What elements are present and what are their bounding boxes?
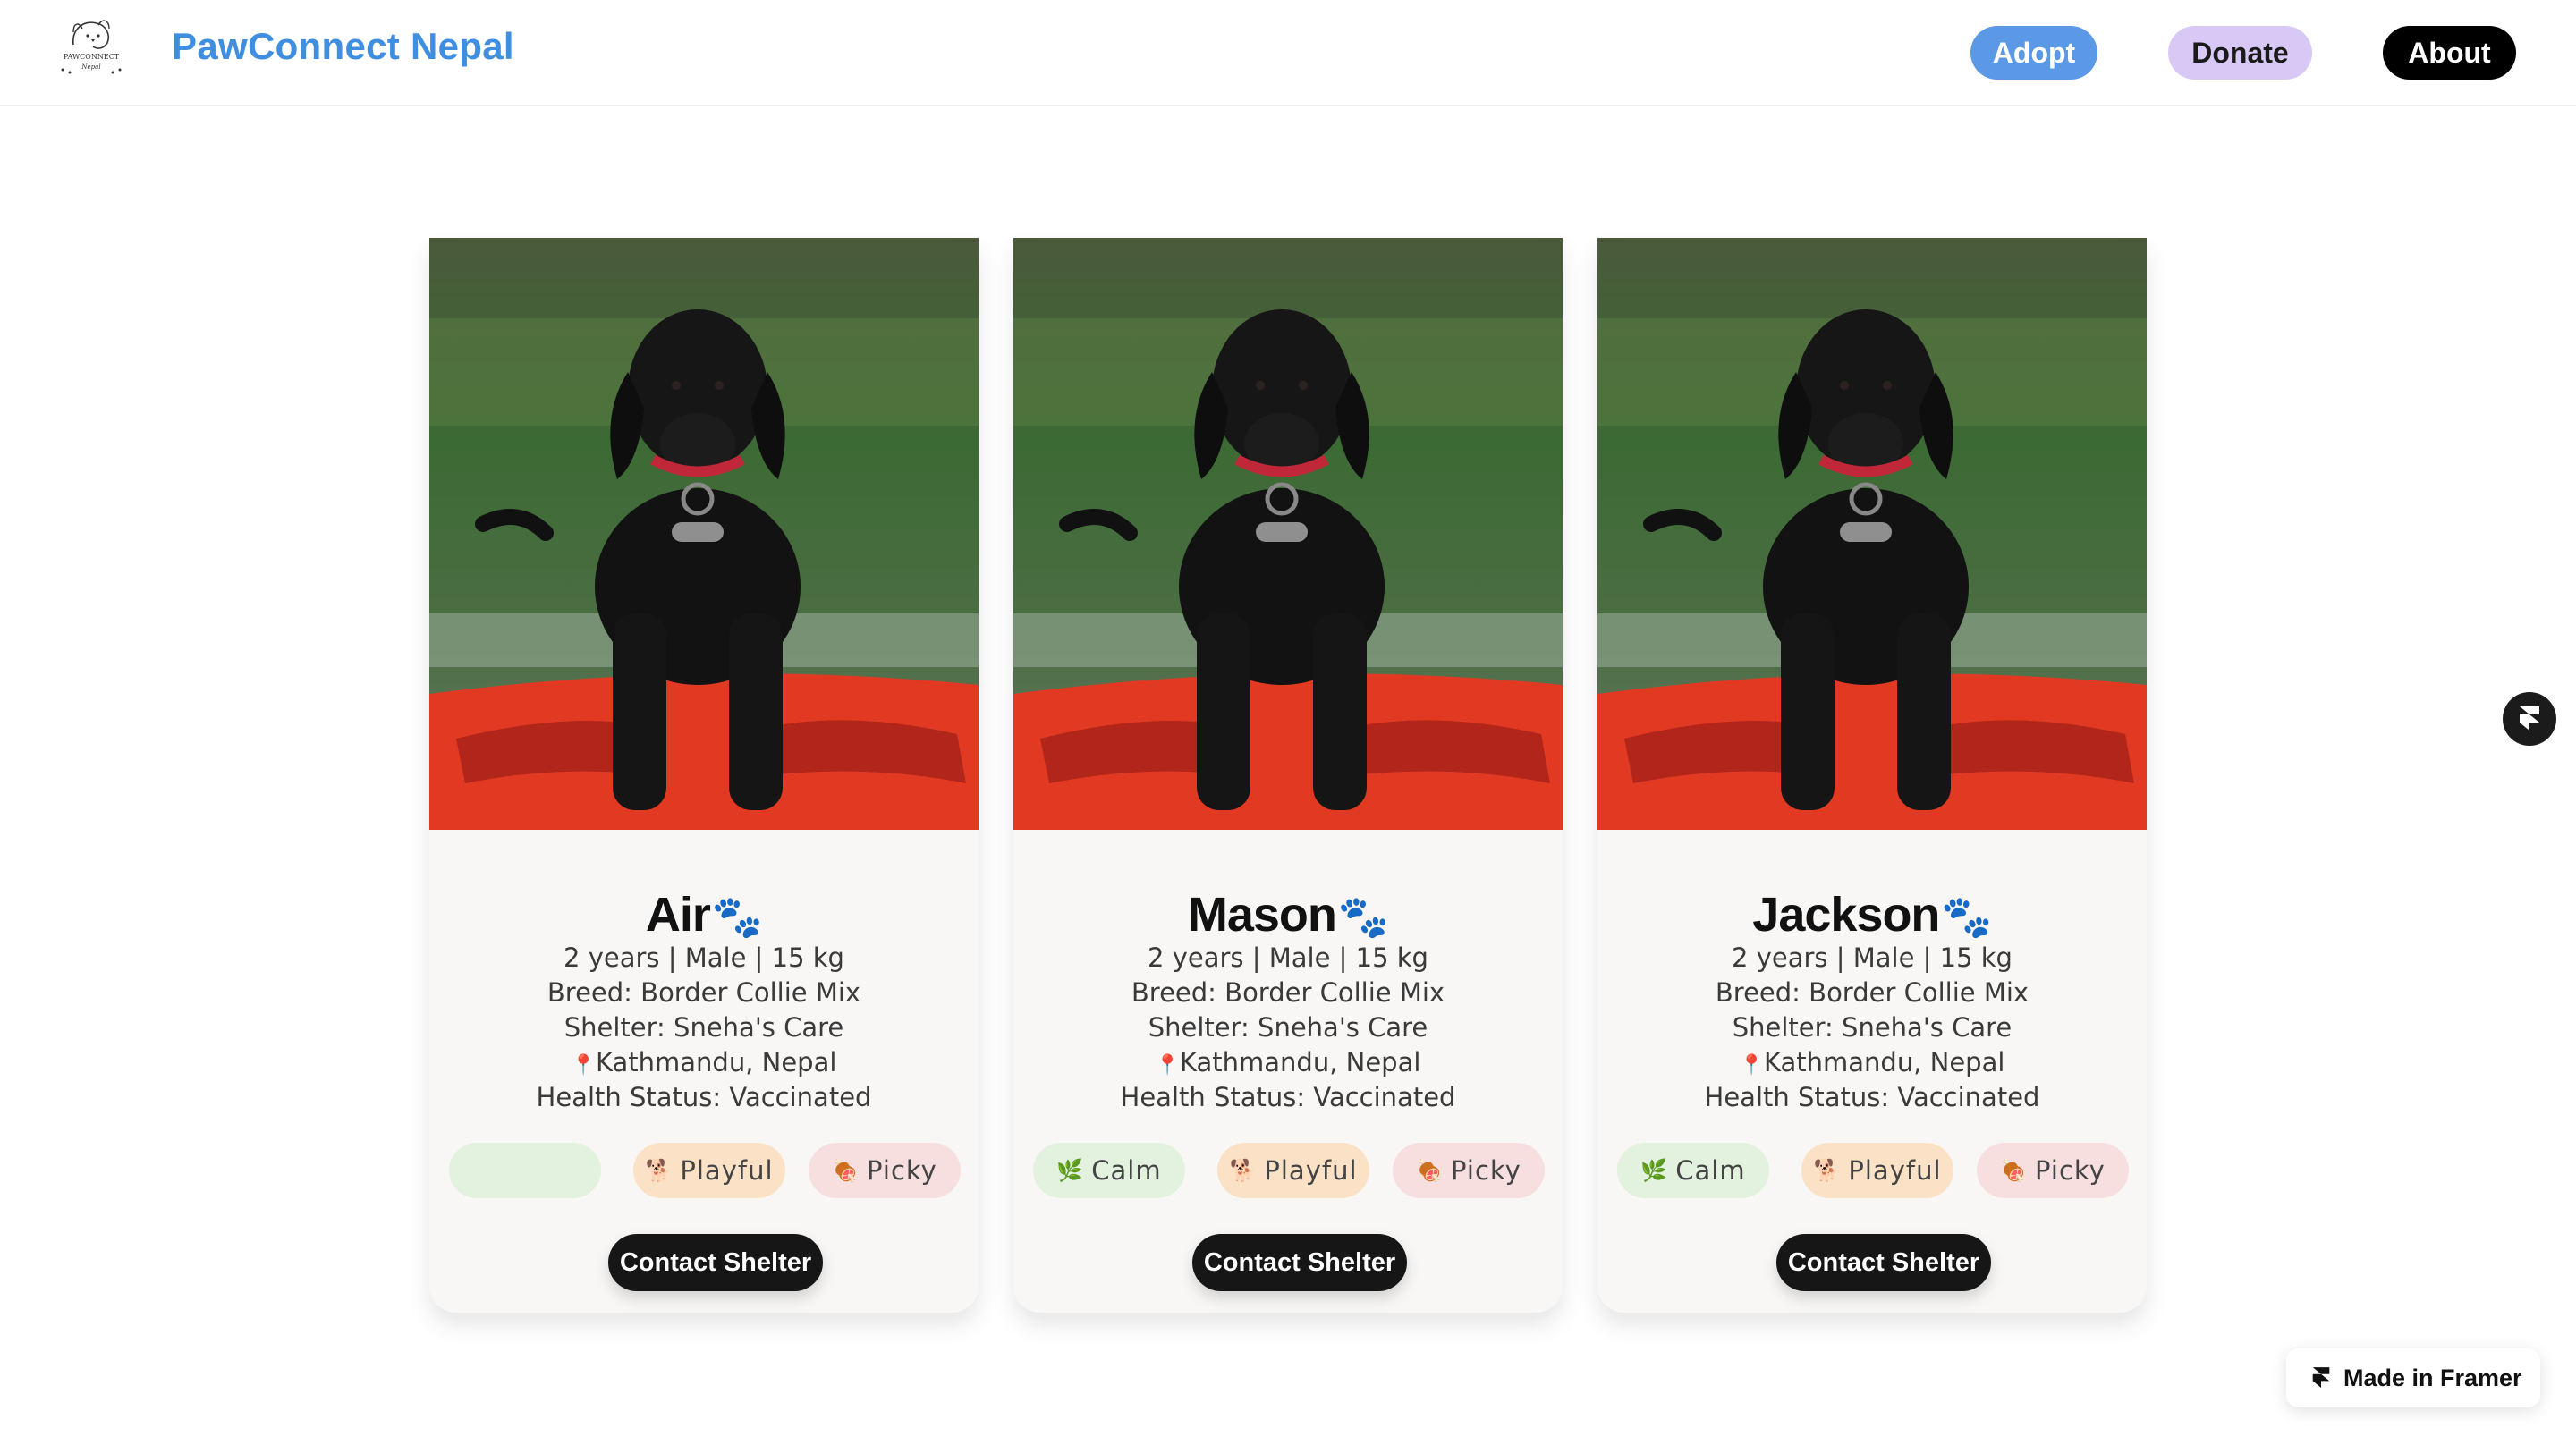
leaf-icon: 🌿 xyxy=(1640,1158,1669,1183)
pin-icon: 📍 xyxy=(1155,1054,1180,1077)
pet-location: 📍Kathmandu, Nepal xyxy=(1013,1047,1563,1077)
pet-photo xyxy=(1013,238,1563,830)
pet-name-text: Mason xyxy=(1187,888,1337,942)
site-header: PAWCONNECT Nepal PawConnect Nepal Adopt … xyxy=(0,0,2576,106)
nav-donate-button[interactable]: Donate xyxy=(2168,26,2312,80)
tag-picky-label: Picky xyxy=(2035,1155,2106,1186)
tag-playful-label: Playful xyxy=(680,1155,774,1186)
pet-breed: Breed: Border Collie Mix xyxy=(1715,977,2029,1008)
tag-picky: 🍖 Picky xyxy=(1393,1143,1545,1198)
paw-icon: 🐾 xyxy=(1941,893,1992,940)
meat-icon: 🍖 xyxy=(1416,1158,1445,1183)
brand-title[interactable]: PawConnect Nepal xyxy=(172,25,514,68)
tag-calm xyxy=(449,1143,601,1198)
contact-shelter-button[interactable]: Contact Shelter xyxy=(608,1234,823,1291)
pet-location-text: Kathmandu, Nepal xyxy=(1763,1047,2005,1077)
pet-name-text: Air xyxy=(645,888,711,942)
pet-card: Jackson🐾 2 years | Male | 15 kg Breed: B… xyxy=(1597,238,2147,1313)
pet-location: 📍Kathmandu, Nepal xyxy=(429,1047,979,1077)
svg-text:PAWCONNECT: PAWCONNECT xyxy=(64,53,120,61)
pet-location: 📍Kathmandu, Nepal xyxy=(1597,1047,2147,1077)
tag-picky: 🍖 Picky xyxy=(1977,1143,2129,1198)
leaf-icon: 🌿 xyxy=(1056,1158,1085,1183)
paw-icon: 🐾 xyxy=(1337,893,1389,940)
pet-shelter: Shelter: Sneha's Care xyxy=(564,1012,844,1043)
tag-calm-label: Calm xyxy=(1675,1155,1746,1186)
pet-location-text: Kathmandu, Nepal xyxy=(1179,1047,1421,1077)
made-in-framer-label: Made in Framer xyxy=(2343,1364,2522,1391)
tag-calm: 🌿 Calm xyxy=(1617,1143,1769,1198)
pet-details: 2 years | Male | 15 kg xyxy=(564,942,844,973)
tag-playful-label: Playful xyxy=(1848,1155,1942,1186)
pet-breed: Breed: Border Collie Mix xyxy=(547,977,861,1008)
tag-picky: 🍖 Picky xyxy=(809,1143,961,1198)
pin-icon: 📍 xyxy=(571,1054,596,1077)
tag-playful: 🐕 Playful xyxy=(1217,1143,1369,1198)
pet-card: Mason🐾 2 years | Male | 15 kg Breed: Bor… xyxy=(1013,238,1563,1313)
tag-picky-label: Picky xyxy=(867,1155,937,1186)
pet-name: Mason🐾 xyxy=(1013,887,1563,942)
pet-breed: Breed: Border Collie Mix xyxy=(1131,977,1445,1008)
nav-about-button[interactable]: About xyxy=(2383,26,2516,80)
pet-health: Health Status: Vaccinated xyxy=(1120,1082,1456,1112)
framer-icon[interactable] xyxy=(2503,692,2556,746)
tag-calm-label: Calm xyxy=(1091,1155,1162,1186)
contact-shelter-button[interactable]: Contact Shelter xyxy=(1776,1234,1991,1291)
pet-photo xyxy=(429,238,979,830)
pet-name: Jackson🐾 xyxy=(1597,887,2147,942)
meat-icon: 🍖 xyxy=(2000,1158,2029,1183)
made-in-framer-badge[interactable]: Made in Framer xyxy=(2286,1348,2540,1407)
dog-icon: 🐕 xyxy=(1229,1158,1258,1183)
svg-text:Nepal: Nepal xyxy=(80,63,100,71)
dog-icon: 🐕 xyxy=(1813,1158,1842,1183)
pet-shelter: Shelter: Sneha's Care xyxy=(1732,1012,2012,1043)
dog-icon: 🐕 xyxy=(645,1158,674,1183)
paw-icon: 🐾 xyxy=(711,893,763,940)
framer-icon xyxy=(2311,1365,2331,1391)
pet-name-text: Jackson xyxy=(1752,888,1940,942)
tag-playful-label: Playful xyxy=(1264,1155,1358,1186)
pet-details: 2 years | Male | 15 kg xyxy=(1732,942,2012,973)
tag-playful: 🐕 Playful xyxy=(633,1143,785,1198)
pet-card: Air🐾 2 years | Male | 15 kg Breed: Borde… xyxy=(429,238,979,1313)
tag-calm: 🌿 Calm xyxy=(1033,1143,1185,1198)
pet-location-text: Kathmandu, Nepal xyxy=(595,1047,837,1077)
tag-picky-label: Picky xyxy=(1451,1155,1521,1186)
pawconnect-logo[interactable]: PAWCONNECT Nepal xyxy=(47,9,136,79)
pet-health: Health Status: Vaccinated xyxy=(1704,1082,2040,1112)
contact-shelter-button[interactable]: Contact Shelter xyxy=(1192,1234,1407,1291)
pet-health: Health Status: Vaccinated xyxy=(536,1082,872,1112)
pet-photo xyxy=(1597,238,2147,830)
nav-adopt-button[interactable]: Adopt xyxy=(1970,26,2097,80)
pet-shelter: Shelter: Sneha's Care xyxy=(1148,1012,1428,1043)
pin-icon: 📍 xyxy=(1739,1054,1764,1077)
pet-details: 2 years | Male | 15 kg xyxy=(1148,942,1428,973)
meat-icon: 🍖 xyxy=(832,1158,860,1183)
tag-playful: 🐕 Playful xyxy=(1801,1143,1953,1198)
pet-name: Air🐾 xyxy=(429,887,979,942)
